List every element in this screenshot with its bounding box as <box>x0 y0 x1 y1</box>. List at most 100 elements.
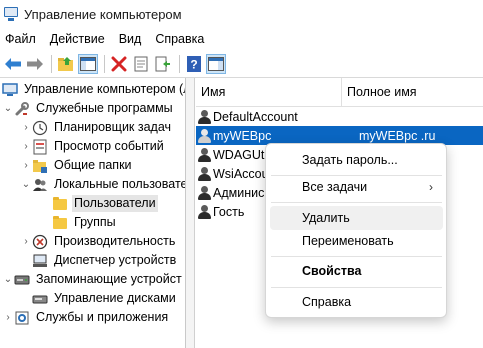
folder-icon <box>52 215 68 231</box>
window-title: Управление компьютером <box>24 6 182 22</box>
device-manager-icon <box>32 253 48 269</box>
show-hide-tree-button[interactable] <box>78 53 98 74</box>
tree-item-label: Группы <box>74 215 116 229</box>
toolbar-separator <box>51 54 52 73</box>
chevron-right-icon[interactable]: › <box>20 118 32 137</box>
forward-icon <box>27 57 43 70</box>
user-icon <box>196 147 212 163</box>
action-pane-button[interactable] <box>206 53 226 74</box>
menu-item-help[interactable]: Справка <box>270 290 443 314</box>
tree-item-groups[interactable]: Группы <box>52 213 118 232</box>
up-folder-button[interactable] <box>56 54 76 74</box>
menu-view[interactable]: Вид <box>112 28 149 50</box>
column-header-name[interactable]: Имя <box>196 78 342 107</box>
user-icon <box>196 204 212 220</box>
tree-item-computer-management[interactable]: Управление компьютером (л <box>2 80 186 99</box>
properties-button[interactable] <box>131 54 151 74</box>
tree-item-local-users[interactable]: ⌄ Локальные пользовате <box>20 175 186 194</box>
menu-item-label: Все задачи <box>302 180 368 194</box>
shared-folder-icon <box>32 158 48 174</box>
chevron-right-icon[interactable]: › <box>20 232 32 251</box>
chevron-right-icon[interactable]: › <box>20 156 32 175</box>
tree-item-services-apps[interactable]: › Службы и приложения <box>2 308 170 327</box>
tree-item-label: Служебные программы <box>36 101 173 115</box>
chevron-right-icon: › <box>429 180 433 194</box>
computer-management-icon <box>2 82 18 98</box>
export-list-icon <box>155 56 170 71</box>
tree-item-label: Локальные пользовате <box>54 177 186 191</box>
user-name: myWEBpc <box>213 128 272 143</box>
chevron-right-icon[interactable]: › <box>2 308 14 327</box>
menu-separator <box>271 287 442 288</box>
menu-item-delete[interactable]: Удалить <box>270 206 443 230</box>
event-log-icon <box>32 139 48 155</box>
delete-icon <box>111 56 127 71</box>
tree-item-disk-management[interactable]: Управление дисками <box>32 289 178 308</box>
services-icon <box>14 310 30 326</box>
tools-icon <box>14 101 30 117</box>
title-bar: Управление компьютером <box>0 0 483 28</box>
menu-item-properties[interactable]: Свойства <box>270 259 443 283</box>
console-tree[interactable]: Управление компьютером (л ⌄ Служебные пр… <box>0 78 186 348</box>
tree-item-label: Общие папки <box>54 158 132 172</box>
context-menu: Задать пароль... Все задачи › Удалить Пе… <box>265 143 447 318</box>
toolbar-separator <box>179 54 180 73</box>
delete-button[interactable] <box>109 54 129 74</box>
tree-item-label: Производительность <box>54 234 176 248</box>
chevron-right-icon[interactable]: › <box>20 137 32 156</box>
disk-management-icon <box>32 291 48 307</box>
action-pane-icon <box>208 56 224 71</box>
toolbar-separator <box>104 54 105 73</box>
tree-item-label: Управление дисками <box>54 291 176 305</box>
tree-item-storage[interactable]: ⌄ Запоминающие устройст <box>2 270 184 289</box>
users-groups-icon <box>32 177 48 193</box>
show-hide-tree-icon <box>80 56 96 71</box>
tree-item-label: Диспетчер устройств <box>54 253 177 267</box>
user-full-name: myWEBpc .ru <box>359 128 436 143</box>
chevron-down-icon[interactable]: ⌄ <box>2 270 14 289</box>
menu-action[interactable]: Действие <box>43 28 112 50</box>
user-icon <box>196 128 212 144</box>
menu-item-set-password[interactable]: Задать пароль... <box>270 148 443 172</box>
tree-item-label: Пользователи <box>72 195 158 212</box>
chevron-down-icon[interactable]: ⌄ <box>2 99 14 118</box>
menu-help[interactable]: Справка <box>148 28 211 50</box>
toolbar: ? <box>0 50 483 77</box>
tree-scrollbar[interactable] <box>186 78 195 348</box>
list-header: Имя Полное имя <box>196 78 483 107</box>
tree-item-event-viewer[interactable]: › Просмотр событий <box>20 137 166 156</box>
tree-item-label: Управление компьютером (л <box>24 82 186 96</box>
tree-item-users[interactable]: Пользователи <box>52 194 158 213</box>
forward-button[interactable] <box>25 54 45 74</box>
tree-item-label: Просмотр событий <box>54 139 164 153</box>
menu-separator <box>271 202 442 203</box>
tree-item-device-manager[interactable]: Диспетчер устройств <box>32 251 178 270</box>
menu-separator <box>271 256 442 257</box>
folder-icon <box>52 196 68 212</box>
back-button[interactable] <box>3 54 23 74</box>
svg-text:?: ? <box>190 57 197 71</box>
list-item[interactable]: DefaultAccount <box>196 107 483 126</box>
tree-item-label: Планировщик задач <box>54 120 172 134</box>
menu-item-all-tasks[interactable]: Все задачи › <box>270 175 443 199</box>
user-icon <box>196 166 212 182</box>
user-icon <box>196 185 212 201</box>
tree-item-label: Запоминающие устройст <box>36 272 182 286</box>
column-header-full-name[interactable]: Полное имя <box>342 78 483 107</box>
storage-icon <box>14 272 30 288</box>
tree-item-system-tools[interactable]: ⌄ Служебные программы <box>2 99 175 118</box>
help-icon: ? <box>187 55 201 72</box>
menu-bar: Файл Действие Вид Справка <box>0 28 483 50</box>
tree-item-shared-folders[interactable]: › Общие папки <box>20 156 134 175</box>
tree-item-task-scheduler[interactable]: › Планировщик задач <box>20 118 173 137</box>
help-button[interactable]: ? <box>184 54 204 74</box>
computer-management-icon <box>3 6 19 22</box>
tree-item-performance[interactable]: › Производительность <box>20 232 177 251</box>
tree-item-label: Службы и приложения <box>36 310 169 324</box>
properties-icon <box>134 56 148 71</box>
export-list-button[interactable] <box>153 54 173 74</box>
user-icon <box>196 109 212 125</box>
menu-file[interactable]: Файл <box>0 28 43 50</box>
menu-item-rename[interactable]: Переименовать <box>270 229 443 253</box>
chevron-down-icon[interactable]: ⌄ <box>20 175 32 194</box>
